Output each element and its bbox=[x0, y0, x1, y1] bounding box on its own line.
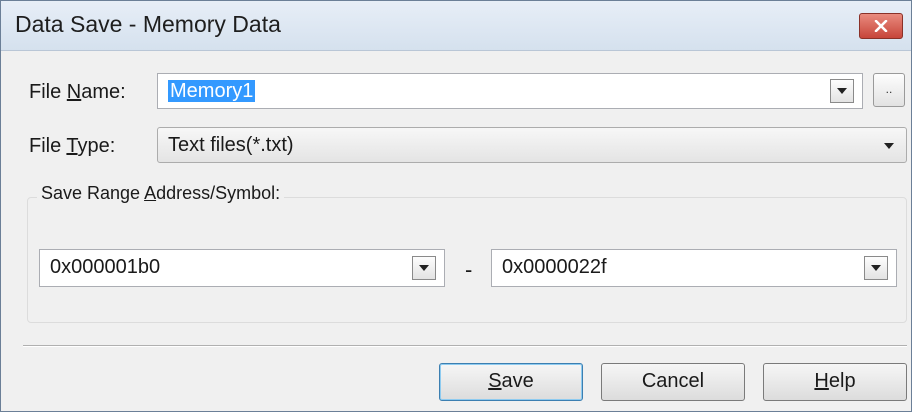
browse-button[interactable]: .. bbox=[873, 73, 905, 107]
start-address-dropdown[interactable] bbox=[412, 256, 436, 280]
start-address-value: 0x000001b0 bbox=[50, 256, 161, 278]
help-button-label: elp bbox=[828, 370, 856, 392]
file-type-label-mnemonic: T bbox=[66, 135, 78, 157]
save-button[interactable]: Save bbox=[439, 363, 583, 401]
help-button[interactable]: Help bbox=[763, 363, 907, 401]
cancel-button-label: Cancel bbox=[641, 370, 705, 392]
close-icon bbox=[874, 20, 888, 32]
chevron-down-icon bbox=[837, 88, 847, 94]
file-name-value: Memory1 bbox=[168, 80, 256, 102]
chevron-down-icon bbox=[884, 143, 894, 149]
file-type-value: Text files(*.txt) bbox=[168, 134, 294, 156]
end-address-input[interactable]: 0x0000022f bbox=[491, 249, 897, 287]
file-name-label-mnemonic: N bbox=[66, 81, 82, 103]
end-address-dropdown[interactable] bbox=[864, 256, 888, 280]
save-button-mnemonic: S bbox=[488, 370, 502, 392]
file-name-label-prefix: File bbox=[29, 81, 67, 103]
chevron-down-icon bbox=[419, 265, 429, 271]
cancel-button[interactable]: Cancel bbox=[601, 363, 745, 401]
data-save-dialog: Data Save - Memory Data File Name: Memor… bbox=[0, 0, 912, 412]
save-range-label-prefix: Save Range bbox=[41, 183, 145, 203]
file-type-select[interactable]: Text files(*.txt) bbox=[157, 127, 907, 163]
save-range-label-mnemonic: A bbox=[144, 183, 157, 203]
file-name-label-rest: ame: bbox=[81, 81, 126, 103]
ellipsis-icon: .. bbox=[885, 82, 893, 96]
chevron-down-icon bbox=[871, 265, 881, 271]
file-name-label: File Name: bbox=[29, 81, 126, 104]
save-range-label-rest: ddress/Symbol: bbox=[156, 183, 281, 203]
save-button-label: ave bbox=[501, 370, 534, 392]
help-button-mnemonic: H bbox=[814, 370, 829, 392]
window-title: Data Save - Memory Data bbox=[15, 11, 281, 37]
range-separator: - bbox=[465, 257, 473, 282]
close-button[interactable] bbox=[859, 13, 903, 39]
end-address-value: 0x0000022f bbox=[502, 256, 607, 278]
file-name-history-dropdown[interactable] bbox=[830, 79, 854, 103]
divider bbox=[23, 345, 907, 347]
file-type-label-rest: ype: bbox=[77, 135, 116, 157]
file-type-label-prefix: File bbox=[29, 135, 67, 157]
save-range-group-label: Save Range Address/Symbol: bbox=[37, 183, 285, 204]
start-address-input[interactable]: 0x000001b0 bbox=[39, 249, 445, 287]
file-name-input[interactable]: Memory1 bbox=[157, 73, 863, 109]
file-type-label: File Type: bbox=[29, 135, 115, 158]
title-bar[interactable]: Data Save - Memory Data bbox=[1, 1, 911, 51]
file-name-value-wrap: Memory1 bbox=[168, 80, 256, 103]
